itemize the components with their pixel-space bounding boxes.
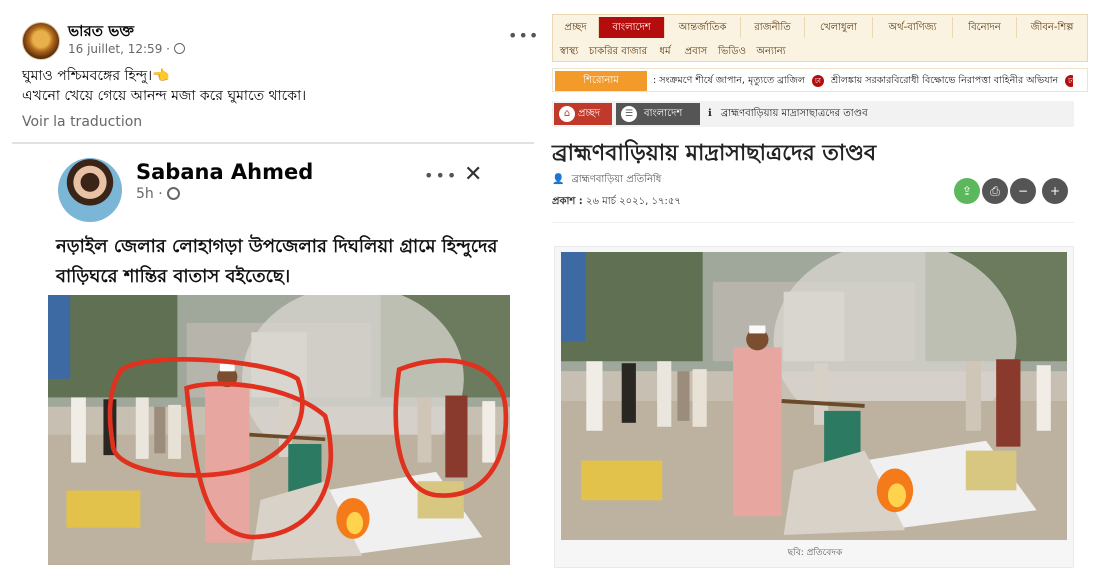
- street-scene-image: [48, 295, 510, 565]
- photo-caption: ছবি: প্রতিবেদক: [787, 548, 843, 558]
- post-text: ঘুমাও পশ্চিমবঙ্গের হিন্দু।👈 এখনো খেয়ে গ…: [22, 66, 512, 106]
- post-text-line: ঘুমাও পশ্চিমবঙ্গের হিন্দু।👈: [22, 68, 170, 84]
- divider: [552, 222, 1074, 223]
- timestamp-text[interactable]: 16 juillet, 12:59 ·: [68, 42, 170, 56]
- shared-author-name: Sabana Ahmed: [136, 160, 314, 184]
- info-icon: ℹ: [708, 108, 712, 119]
- close-icon: ✕: [464, 162, 483, 187]
- globe-icon: [167, 187, 181, 200]
- nav-item-active[interactable]: বাংলাদেশ: [599, 17, 665, 38]
- shared-post-screenshot: Sabana Ahmed 5h · ••• ✕ নড়াইল জেলার লোহ…: [48, 152, 510, 566]
- breadcrumb-section-label[interactable]: বাংলাদেশ: [644, 108, 682, 119]
- street-scene-image: [561, 252, 1067, 540]
- breadcrumb-current: ℹ ব্রাহ্মণবাড়িয়ায় মাদ্রাসাছাত্রদের তা…: [708, 101, 868, 127]
- ticker-item[interactable]: : সংক্রমণে শীর্ষে জাপান, মৃত্যুতে ব্রাজি…: [653, 75, 805, 86]
- breadcrumb-current-label: ব্রাহ্মণবাড়িয়ায় মাদ্রাসাছাত্রদের তাণ্…: [721, 108, 868, 119]
- shared-post-photo: [48, 295, 510, 565]
- breadcrumb: ⌂ প্রচ্ছদ ☰ বাংলাদেশ ℹ ব্রাহ্মণবাড়িয়ায…: [552, 101, 1074, 127]
- nav-item[interactable]: ভিডিও: [715, 41, 749, 62]
- share-icon[interactable]: ⇪: [954, 178, 980, 204]
- more-options-button[interactable]: •••: [508, 26, 539, 45]
- breadcrumb-section[interactable]: ☰ বাংলাদেশ: [616, 103, 700, 125]
- shared-time-text: 5h ·: [136, 186, 163, 202]
- nav-item[interactable]: স্বাস্থ্য: [555, 41, 583, 62]
- ticker-text[interactable]: : সংক্রমণে শীর্ষে জাপান, মৃত্যুতে ব্রাজি…: [653, 69, 1073, 93]
- post-timestamp[interactable]: 16 juillet, 12:59 ·: [68, 42, 185, 56]
- facebook-post: ভারত ভক্ত 16 juillet, 12:59 · ••• ঘুমাও …: [0, 0, 540, 582]
- more-options-icon: •••: [424, 166, 459, 185]
- nav-item[interactable]: প্রবাস: [679, 41, 713, 62]
- nav-item[interactable]: ধর্ম: [653, 41, 677, 62]
- font-decrease-icon[interactable]: −: [1010, 178, 1036, 204]
- article-photo-frame: ছবি: প্রতিবেদক: [554, 246, 1074, 568]
- main-navigation: প্রচ্ছদ বাংলাদেশ আন্তর্জাতিক রাজনীতি খেল…: [552, 14, 1088, 62]
- bullet-icon: ঢা: [811, 74, 824, 87]
- article-actions: ⇪ ⎙ − +: [954, 178, 1084, 206]
- article-headline: ব্রাহ্মণবাড়িয়ায় মাদ্রাসাছাত্রদের তাণ্…: [552, 141, 877, 166]
- print-icon[interactable]: ⎙: [982, 178, 1008, 204]
- publish-date: প্রকাশ : ২৬ মার্চ ২০২১, ১৭:৫৭: [552, 194, 681, 211]
- nav-item[interactable]: অন্যান্য: [751, 41, 791, 62]
- nav-item[interactable]: রাজনীতি: [741, 17, 805, 38]
- screenshot-composite: ভারত ভক্ত 16 juillet, 12:59 · ••• ঘুমাও …: [0, 0, 1100, 582]
- ticker-label: শিরোনাম: [555, 71, 647, 91]
- news-article-page: প্রচ্ছদ বাংলাদেশ আন্তর্জাতিক রাজনীতি খেল…: [552, 14, 1088, 574]
- article-byline: 👤 ব্রাহ্মণবাড়িয়া প্রতিনিধি: [552, 172, 661, 189]
- nav-item[interactable]: জীবন-শিল্প: [1017, 17, 1087, 38]
- ticker-item[interactable]: শ্রীলঙ্কায় সরকারবিরোধী বিক্ষোভে নিরাপত্…: [831, 75, 1058, 86]
- shared-post-text: নড়াইল জেলার লোহাগড়া উপজেলার দিঘলিয়া গ…: [56, 236, 498, 287]
- nav-item[interactable]: প্রচ্ছদ: [553, 17, 599, 38]
- publish-label: প্রকাশ :: [552, 196, 583, 207]
- headline-ticker: শিরোনাম : সংক্রমণে শীর্ষে জাপান, মৃত্যুত…: [552, 68, 1088, 92]
- bullet-icon: ঢা: [1065, 74, 1073, 87]
- breadcrumb-home-label[interactable]: প্রচ্ছদ: [578, 108, 600, 119]
- nav-item[interactable]: বিনোদন: [953, 17, 1017, 38]
- globe-icon: [173, 43, 185, 54]
- shared-author-avatar: [58, 158, 122, 222]
- nav-item[interactable]: অর্থ-বাণিজ্য: [873, 17, 953, 38]
- nav-item[interactable]: খেলাধুলা: [805, 17, 873, 38]
- byline-text: ব্রাহ্মণবাড়িয়া প্রতিনিধি: [571, 174, 662, 185]
- publish-date-text: ২৬ মার্চ ২০২১, ১৭:৫৭: [585, 196, 681, 207]
- see-translation-link[interactable]: Voir la traduction: [22, 114, 142, 130]
- nav-item[interactable]: চাকরির বাজার: [585, 41, 651, 62]
- divider: [12, 142, 534, 144]
- font-increase-icon[interactable]: +: [1042, 178, 1068, 204]
- nav-item[interactable]: আন্তর্জাতিক: [665, 17, 741, 38]
- home-icon: ⌂: [559, 106, 575, 122]
- author-avatar[interactable]: [22, 22, 60, 60]
- article-photo: [561, 252, 1067, 540]
- user-icon: 👤: [552, 174, 565, 185]
- shared-post-time: 5h ·: [136, 186, 181, 202]
- menu-icon: ☰: [621, 106, 637, 122]
- post-text-line: এখনো খেয়ে গেয়ে আনন্দ মজা করে ঘুমাতে থা…: [22, 88, 307, 104]
- breadcrumb-home[interactable]: ⌂ প্রচ্ছদ: [554, 103, 612, 125]
